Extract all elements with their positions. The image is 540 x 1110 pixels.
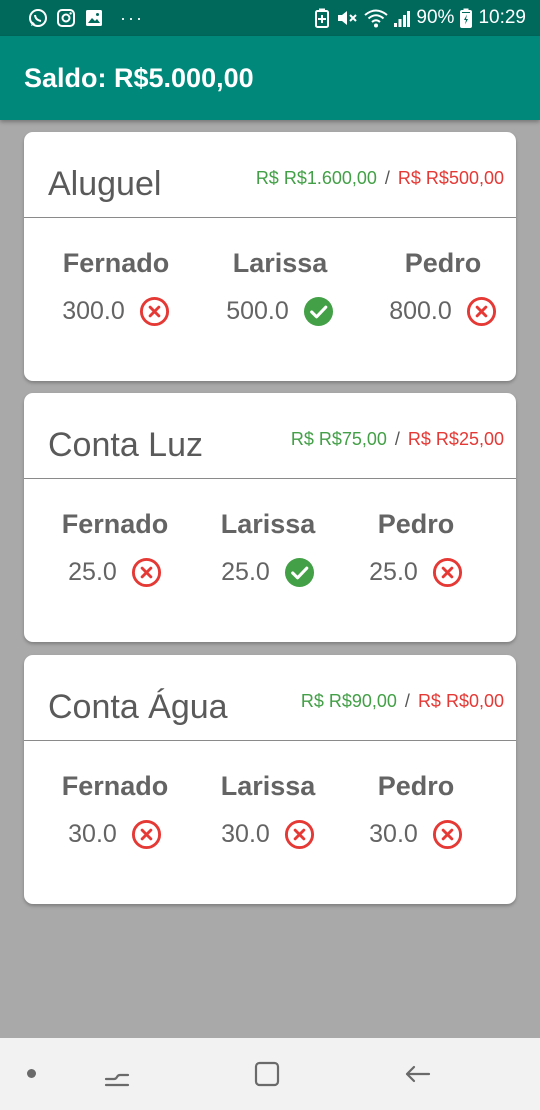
- person-name: Pedro: [377, 509, 455, 539]
- bill-card-header: Conta Luz R$ R$75,00 / R$ R$25,00: [24, 393, 516, 479]
- person-fernado: Fernado 300.0: [31, 248, 201, 327]
- dot-icon[interactable]: [27, 1069, 36, 1078]
- person-name: Fernado: [62, 248, 170, 278]
- pending-x-icon[interactable]: [131, 819, 162, 850]
- system-icons: 90% 10:29: [314, 7, 526, 29]
- person-amount: 30.0: [68, 820, 117, 848]
- pending-x-icon[interactable]: [466, 296, 497, 327]
- bill-remaining: R$ R$25,00: [407, 429, 504, 449]
- person-fernado: Fernado 30.0: [30, 771, 200, 850]
- pending-x-icon[interactable]: [139, 296, 170, 327]
- instagram-icon: [56, 8, 76, 28]
- person-larissa: Larissa 30.0: [183, 771, 353, 850]
- bill-people: Fernado 300.0 Larissa 500.0 Pedro 800.0: [24, 218, 516, 380]
- paid-check-icon[interactable]: [284, 557, 315, 588]
- app-bar: Saldo: R$5.000,00: [0, 36, 540, 120]
- more-notifications-indicator: ···: [120, 8, 144, 28]
- whatsapp-icon: [28, 8, 48, 28]
- bill-card-conta-luz[interactable]: Conta Luz R$ R$75,00 / R$ R$25,00 Fernado …: [24, 393, 516, 642]
- person-amount: 25.0: [68, 558, 117, 586]
- bill-title: Conta Luz: [48, 426, 203, 464]
- person-pedro: Pedro 25.0: [331, 509, 501, 588]
- bill-people: Fernado 30.0 Larissa 30.0 Pedro 30.0: [24, 741, 516, 903]
- bill-total: R$ R$75,00: [290, 429, 387, 449]
- wifi-icon: [364, 8, 389, 28]
- bill-title: Aluguel: [48, 165, 162, 203]
- battery-saver-icon: [314, 8, 330, 28]
- person-amount: 500.0: [226, 297, 289, 325]
- pending-x-icon[interactable]: [284, 819, 315, 850]
- person-amount: 30.0: [221, 820, 270, 848]
- bill-remaining: R$ R$0,00: [417, 691, 504, 711]
- bill-total: R$ R$90,00: [300, 691, 397, 711]
- person-larissa: Larissa 25.0: [183, 509, 353, 588]
- bill-amounts: R$ R$75,00 / R$ R$25,00: [291, 429, 504, 450]
- person-name: Larissa: [220, 509, 316, 539]
- bill-card-aluguel[interactable]: Aluguel R$ R$1.600,00 / R$ R$500,00 Fernad…: [24, 132, 516, 381]
- status-bar: ··· 90% 10:29: [0, 0, 540, 36]
- person-fernado: Fernado 25.0: [30, 509, 200, 588]
- person-pedro: Pedro 800.0: [358, 248, 516, 327]
- battery-percentage: 90%: [416, 7, 455, 28]
- battery-icon: [460, 8, 473, 28]
- signal-icon: [394, 8, 411, 28]
- navigation-bar: [0, 1038, 540, 1110]
- image-icon: [84, 8, 104, 28]
- clock: 10:29: [478, 7, 526, 28]
- person-name: Pedro: [377, 771, 455, 801]
- person-amount: 30.0: [369, 820, 418, 848]
- recent-apps-icon[interactable]: [101, 1058, 133, 1090]
- amount-separator: /: [384, 168, 390, 188]
- person-amount: 25.0: [369, 558, 418, 586]
- pending-x-icon[interactable]: [432, 557, 463, 588]
- person-larissa: Larissa 500.0: [195, 248, 365, 327]
- bill-list[interactable]: Aluguel R$ R$1.600,00 / R$ R$500,00 Fernad…: [0, 120, 540, 1038]
- bill-total: R$ R$1.600,00: [255, 168, 377, 188]
- bill-card-header: Aluguel R$ R$1.600,00 / R$ R$500,00: [24, 132, 516, 218]
- person-name: Fernado: [61, 509, 169, 539]
- bill-card-conta-agua[interactable]: Conta Água R$ R$90,00 / R$ R$0,00 Fernado …: [24, 655, 516, 904]
- balance-title: Saldo: R$5.000,00: [24, 62, 254, 93]
- amount-separator: /: [404, 691, 410, 711]
- bill-title: Conta Água: [48, 688, 228, 726]
- person-name: Pedro: [404, 248, 482, 278]
- back-icon[interactable]: [402, 1058, 434, 1090]
- home-icon[interactable]: [251, 1058, 283, 1090]
- bill-amounts: R$ R$1.600,00 / R$ R$500,00: [256, 168, 504, 189]
- paid-check-icon[interactable]: [303, 296, 334, 327]
- person-amount: 300.0: [62, 297, 125, 325]
- amount-separator: /: [394, 429, 400, 449]
- bill-amounts: R$ R$90,00 / R$ R$0,00: [301, 691, 504, 712]
- bill-people: Fernado 25.0 Larissa 25.0 Pedro 25.0: [24, 479, 516, 641]
- bill-remaining: R$ R$500,00: [397, 168, 504, 188]
- person-pedro: Pedro 30.0: [331, 771, 501, 850]
- pending-x-icon[interactable]: [131, 557, 162, 588]
- person-name: Fernado: [61, 771, 169, 801]
- person-amount: 25.0: [221, 558, 270, 586]
- person-amount: 800.0: [389, 297, 452, 325]
- person-name: Larissa: [232, 248, 328, 278]
- mute-icon: [336, 8, 358, 28]
- person-name: Larissa: [220, 771, 316, 801]
- notification-icons: ···: [28, 8, 144, 28]
- bill-card-header: Conta Água R$ R$90,00 / R$ R$0,00: [24, 655, 516, 741]
- pending-x-icon[interactable]: [432, 819, 463, 850]
